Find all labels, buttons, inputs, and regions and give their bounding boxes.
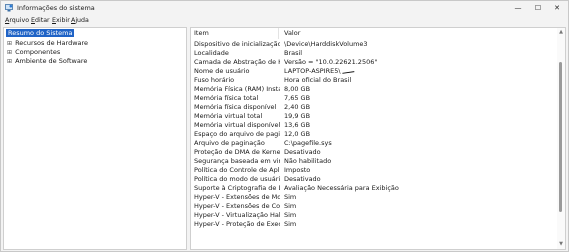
close-button[interactable]: ✕ <box>546 1 568 15</box>
scrollbar-thumb[interactable] <box>559 62 562 212</box>
tree-item-label: Resumo do Sistema <box>6 29 75 37</box>
tree-item-label: Componentes <box>15 48 61 56</box>
tree-item-resumo-do-sistema[interactable]: Resumo do Sistema <box>6 29 75 38</box>
row-value-cell: LAPTOP-ASPIRE5\ <box>284 67 554 76</box>
row-value-cell: Sim <box>284 220 297 228</box>
row-item-cell: Política do modo de usuário d... <box>194 175 280 183</box>
table-row[interactable]: Suporte à Criptografia de Disp... Avaliaç… <box>191 184 557 193</box>
row-item-cell: Espaço do arquivo de paginaç... <box>194 130 280 138</box>
redaction-scribble <box>341 67 354 74</box>
row-item-cell: Hyper-V - Proteção de Execuçã... <box>194 220 280 228</box>
scroll-down-arrow-icon[interactable]: ▼ <box>558 241 564 247</box>
row-value-cell: Brasil <box>284 49 303 57</box>
table-row[interactable]: Memória Física (RAM) Instalada 8,00 GB <box>191 85 557 94</box>
table-row[interactable]: Hyper-V - Extensões de Conver... Sim <box>191 202 557 211</box>
row-item-cell: Proteção de DMA de Kernel <box>194 148 280 156</box>
row-value-cell: Imposto <box>284 166 311 174</box>
tree-item-recursos-de-hardware[interactable]: ⊞ Recursos de Hardware <box>6 39 88 48</box>
table-row[interactable]: Camada de Abstração de Hard... Versão = "… <box>191 58 557 67</box>
row-value-cell: 13,6 GB <box>284 121 311 129</box>
row-value-cell: Hora oficial do Brasil <box>284 76 352 84</box>
row-value-cell: Desativado <box>284 175 321 183</box>
table-row[interactable]: Memória física disponível 2,40 GB <box>191 103 557 112</box>
table-row[interactable]: Política do Controle de Aplicati... Impos… <box>191 166 557 175</box>
tree-item-label: Ambiente de Software <box>15 57 88 65</box>
row-value-cell: \Device\HarddiskVolume3 <box>284 40 368 48</box>
table-row[interactable]: Hyper-V - Proteção de Execuçã... Sim <box>191 220 557 229</box>
row-item-cell: Memória Física (RAM) Instalada <box>194 85 280 93</box>
table-row[interactable]: Política do modo de usuário d... Desativa… <box>191 175 557 184</box>
system-information-app-icon <box>5 4 13 12</box>
row-value-cell: Sim <box>284 211 297 219</box>
row-item-cell: Suporte à Criptografia de Disp... <box>194 184 280 192</box>
tree-item-ambiente-de-software[interactable]: ⊞ Ambiente de Software <box>6 57 87 66</box>
row-value-cell: 8,00 GB <box>284 85 311 93</box>
row-item-cell: Política do Controle de Aplicati... <box>194 166 280 174</box>
table-row[interactable]: Segurança baseada em virtuali... Não habi… <box>191 157 557 166</box>
table-row[interactable]: Dispositivo de inicialização \Device\Hard… <box>191 40 557 49</box>
row-value-cell: C:\pagefile.sys <box>284 139 332 147</box>
vertical-scrollbar[interactable]: ▲ ▼ <box>557 28 565 249</box>
row-item-cell: Dispositivo de inicialização <box>194 40 280 48</box>
row-item-cell: Memória virtual disponível <box>194 121 280 129</box>
row-value-cell: Sim <box>284 193 297 201</box>
row-item-cell: Hyper-V - Virtualização Habilita... <box>194 211 280 219</box>
table-row[interactable]: Arquivo de paginação C:\pagefile.sys <box>191 139 557 148</box>
menu-bar: Arquivo Editar Exibir Ajuda <box>1 15 568 26</box>
row-item-cell: Nome de usuário <box>194 67 250 75</box>
row-item-cell: Localidade <box>194 49 229 57</box>
column-header-value[interactable]: Valor <box>279 28 555 39</box>
tree-item-label: Recursos de Hardware <box>15 39 89 47</box>
menu-ajuda[interactable]: Ajuda <box>71 17 89 25</box>
window-title: Informações do sistema <box>17 4 95 12</box>
column-header-item[interactable]: Item <box>191 28 279 39</box>
category-tree: Resumo do Sistema ⊞ Recursos de Hardware… <box>3 27 187 250</box>
scroll-up-arrow-icon[interactable]: ▲ <box>558 29 564 35</box>
menu-arquivo[interactable]: Arquivo <box>5 17 29 25</box>
table-row[interactable]: Localidade Brasil <box>191 49 557 58</box>
row-item-cell: Memória virtual total <box>194 112 263 120</box>
table-row[interactable]: Fuso horário Hora oficial do Brasil <box>191 76 557 85</box>
table-row[interactable]: Memória física total 7,65 GB <box>191 94 557 103</box>
table-row[interactable]: Memória virtual disponível 13,6 GB <box>191 121 557 130</box>
row-item-cell: Memória física disponível <box>194 103 277 111</box>
row-value-cell: 12,0 GB <box>284 130 311 138</box>
row-value-cell: Desativado <box>284 148 321 156</box>
table-row[interactable]: Proteção de DMA de Kernel Desativado <box>191 148 557 157</box>
row-value-cell: 2,40 GB <box>284 103 311 111</box>
table-row[interactable]: Hyper-V - Virtualização Habilita... Sim <box>191 211 557 220</box>
row-value-cell: 19,9 GB <box>284 112 311 120</box>
row-item-cell: Segurança baseada em virtuali... <box>194 157 280 165</box>
row-value-cell: Não habilitado <box>284 157 332 165</box>
table-row[interactable]: Memória virtual total 19,9 GB <box>191 112 557 121</box>
table-row[interactable]: Espaço do arquivo de paginaç... 12,0 GB <box>191 130 557 139</box>
table-row[interactable]: Nome de usuário LAPTOP-ASPIRE5\ <box>191 67 557 76</box>
minimize-button[interactable]: — <box>507 1 529 15</box>
row-item-cell: Hyper-V - Extensões de Conver... <box>194 202 280 210</box>
details-rows: Dispositivo de inicialização \Device\Hard… <box>191 40 557 229</box>
menu-exibir[interactable]: Exibir <box>52 17 70 25</box>
expand-icon[interactable]: ⊞ <box>6 39 13 48</box>
menu-editar[interactable]: Editar <box>31 17 50 25</box>
row-item-cell: Fuso horário <box>194 76 235 84</box>
system-information-window: Informações do sistema — ☐ ✕ Arquivo Edi… <box>0 0 569 252</box>
expand-icon[interactable]: ⊞ <box>6 48 13 57</box>
row-item-cell: Arquivo de paginação <box>194 139 265 147</box>
row-value-cell: Sim <box>284 202 297 210</box>
details-list: Item Valor Dispositivo de inicialização \… <box>190 27 566 250</box>
title-bar[interactable]: Informações do sistema — ☐ ✕ <box>1 1 568 15</box>
table-row[interactable]: Hyper-V - Extensões de Modo ... Sim <box>191 193 557 202</box>
expand-icon[interactable]: ⊞ <box>6 57 13 66</box>
row-value-cell: 7,65 GB <box>284 94 311 102</box>
row-item-cell: Camada de Abstração de Hard... <box>194 58 280 66</box>
row-value-cell: Avaliação Necessária para Exibição <box>284 184 399 192</box>
tree-item-componentes[interactable]: ⊞ Componentes <box>6 48 60 57</box>
row-value-cell: Versão = "10.0.22621.2506" <box>284 58 378 66</box>
row-item-cell: Memória física total <box>194 94 259 102</box>
row-item-cell: Hyper-V - Extensões de Modo ... <box>194 193 280 201</box>
